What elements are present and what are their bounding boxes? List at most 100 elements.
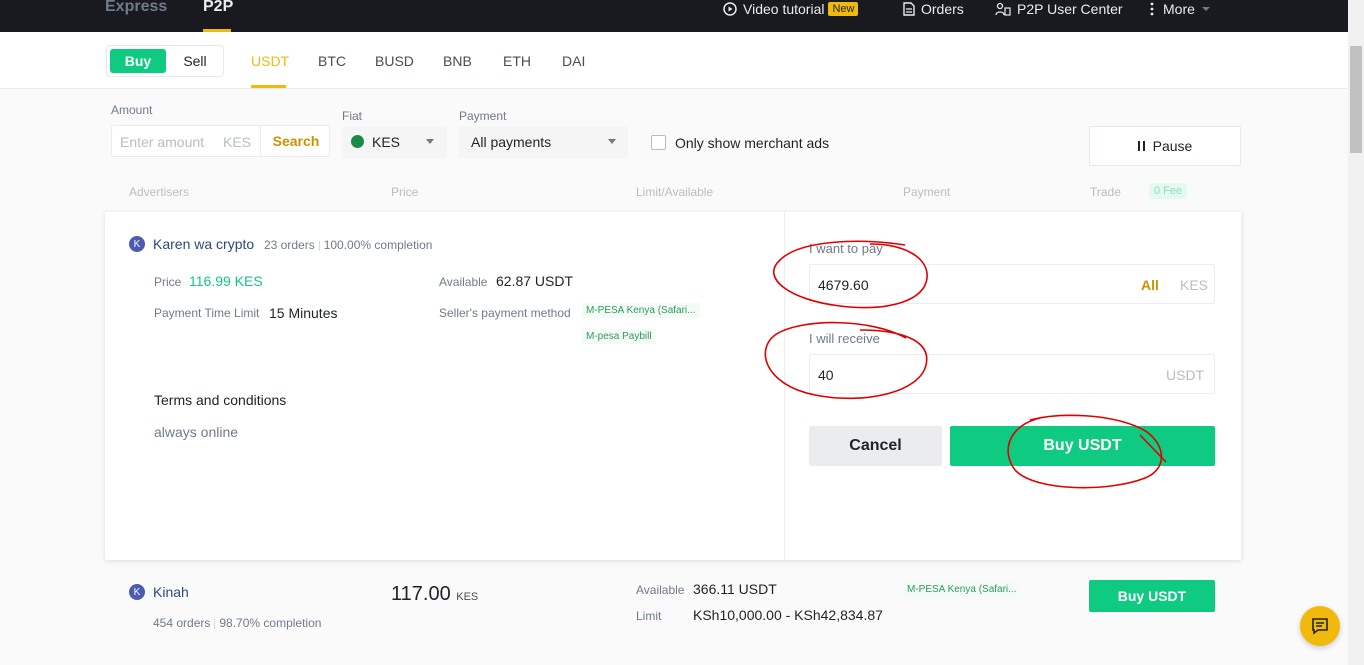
crypto-tabs-bar: Buy Sell USDT BTC BUSD BNB ETH DAI [0, 32, 1348, 89]
buy-usdt-button[interactable]: Buy USDT [1089, 580, 1215, 612]
buy-toggle-button[interactable]: Buy [110, 49, 166, 73]
fiat-value: KES [372, 134, 401, 150]
coin-tab-busd[interactable]: BUSD [375, 53, 414, 69]
orders-label: Orders [921, 1, 964, 17]
header-advertisers: Advertisers [129, 185, 190, 199]
advertiser-stats: 454 orders 98.70% completion [153, 616, 321, 630]
order-count: 454 orders [153, 616, 211, 630]
chat-button[interactable] [1300, 606, 1340, 646]
time-limit-label: Payment Time Limit [154, 306, 260, 320]
top-nav: Express P2P Video tutorial New Orders P2… [0, 0, 1348, 32]
zero-fee-badge: 0 Fee [1149, 183, 1188, 199]
document-icon [903, 2, 915, 16]
active-coin-indicator [251, 85, 286, 88]
amount-label: Amount [111, 103, 153, 117]
payment-label: Payment [459, 109, 507, 123]
header-limit: Limit/Available [636, 185, 714, 199]
new-badge: New [828, 2, 859, 16]
more-label: More [1163, 1, 1195, 17]
expanded-ad-card: K Karen wa crypto 23 orders 100.00% compl… [105, 212, 1241, 560]
pause-icon [1137, 141, 1145, 151]
chat-icon [1312, 618, 1328, 635]
play-circle-icon [723, 2, 737, 16]
avatar: K [129, 236, 145, 252]
limit-value: KSh10,000.00 - KSh42,834.87 [693, 607, 883, 623]
more-menu[interactable]: More [1147, 0, 1211, 18]
ad-row: K Kinah 454 orders 98.70% completion 117.… [105, 570, 1241, 660]
pay-label: I want to pay [809, 241, 883, 256]
receive-amount-value: 40 [818, 367, 834, 383]
merchant-only-checkbox[interactable] [651, 135, 666, 150]
video-tutorial-label: Video tutorial [743, 1, 825, 17]
header-trade: Trade [1090, 185, 1121, 199]
amount-unit: KES [223, 134, 252, 150]
sell-toggle-button[interactable]: Sell [169, 49, 221, 73]
tab-express[interactable]: Express [105, 0, 167, 16]
coin-tab-eth[interactable]: ETH [503, 53, 531, 69]
merchant-only-label: Only show merchant ads [675, 135, 830, 151]
terms-text: always online [154, 424, 239, 440]
caret-down-icon [426, 139, 434, 144]
available-label: Available [636, 583, 685, 597]
amount-input[interactable]: Enter amount KES Search [111, 125, 330, 157]
kenya-flag-icon [351, 135, 364, 148]
amount-placeholder: Enter amount [120, 134, 205, 150]
receive-label: I will receive [809, 331, 880, 346]
advertiser-name[interactable]: Karen wa crypto [153, 236, 254, 252]
receive-unit: USDT [1166, 367, 1205, 383]
seller-method-label: Seller's payment method [439, 306, 571, 320]
advertiser-name[interactable]: Kinah [153, 584, 189, 600]
available-value: 62.87 USDT [496, 273, 574, 289]
order-count: 23 orders [264, 238, 315, 252]
scrollbar-thumb[interactable] [1350, 46, 1362, 153]
price-unit: KES [456, 591, 479, 603]
time-limit-value: 15 Minutes [269, 305, 338, 321]
separator [214, 618, 216, 629]
pause-button[interactable]: Pause [1089, 126, 1241, 166]
coin-tab-dai[interactable]: DAI [562, 53, 585, 69]
available-value: 366.11 USDT [693, 581, 777, 597]
payment-method-tag: M-PESA Kenya (Safari... [582, 303, 700, 318]
coin-tab-btc[interactable]: BTC [318, 53, 346, 69]
coin-tab-bnb[interactable]: BNB [443, 53, 472, 69]
receive-amount-input[interactable]: 40 USDT [809, 354, 1215, 394]
available-label: Available [439, 275, 488, 289]
pay-amount-input[interactable]: 4679.60 All KES [809, 264, 1215, 304]
pay-unit: KES [1180, 277, 1209, 293]
limit-label: Limit [636, 609, 662, 623]
price-value: 117.00 KES [391, 583, 478, 606]
vertical-dots-icon [1150, 2, 1154, 16]
cancel-button[interactable]: Cancel [809, 426, 942, 466]
orders-link[interactable]: Orders [903, 0, 964, 18]
user-center-label: P2P User Center [1017, 1, 1123, 17]
user-center-link[interactable]: P2P User Center [995, 0, 1123, 18]
caret-down-icon [608, 139, 616, 144]
header-payment: Payment [903, 185, 951, 199]
caret-down-icon [1201, 7, 1210, 11]
payment-method-tag: M-PESA Kenya (Safari... [903, 582, 1021, 597]
pause-label: Pause [1152, 138, 1193, 154]
payment-value: All payments [471, 134, 552, 150]
buy-usdt-button[interactable]: Buy USDT [950, 426, 1215, 466]
fiat-select[interactable]: KES [342, 126, 447, 158]
separator [318, 240, 320, 251]
price-number: 117.00 [391, 583, 451, 605]
price-label: Price [154, 275, 182, 289]
completion-rate: 100.00% completion [323, 238, 433, 252]
search-button[interactable]: Search [260, 125, 331, 157]
advertiser-stats: 23 orders 100.00% completion [264, 238, 432, 252]
payment-method-tag: M-pesa Paybill [582, 329, 656, 344]
fiat-label: Fiat [342, 109, 363, 123]
header-price: Price [391, 185, 419, 199]
buy-sell-toggle: Buy Sell [106, 45, 224, 77]
users-icon [995, 2, 1011, 16]
coin-tab-usdt[interactable]: USDT [251, 53, 289, 69]
avatar: K [129, 584, 145, 600]
card-divider [784, 212, 785, 560]
tab-p2p[interactable]: P2P [203, 0, 233, 16]
payment-select[interactable]: All payments [459, 126, 628, 158]
all-button[interactable]: All [1141, 277, 1159, 293]
terms-title: Terms and conditions [154, 392, 287, 408]
pay-amount-value: 4679.60 [818, 277, 869, 293]
video-tutorial-link[interactable]: Video tutorial New [723, 0, 859, 18]
